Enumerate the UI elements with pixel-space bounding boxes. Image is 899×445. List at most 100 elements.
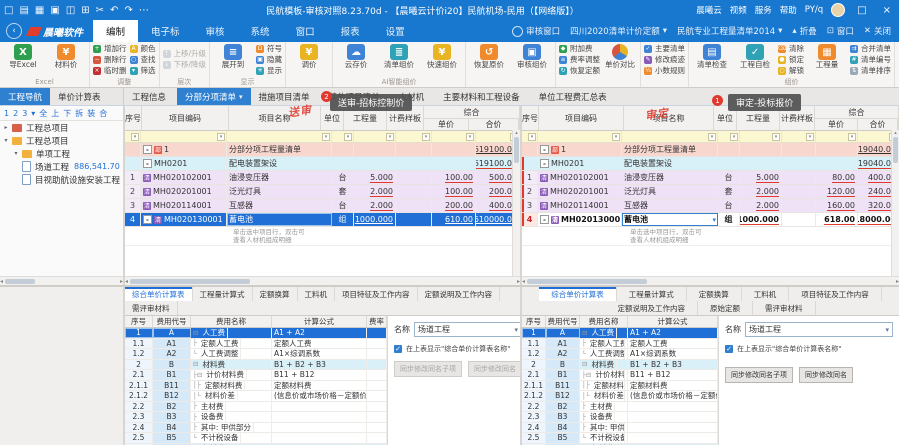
- cloud-link[interactable]: 晨曦云: [696, 4, 722, 16]
- main-tab[interactable]: 分部分项清单▾: [177, 88, 251, 105]
- quick-icon[interactable]: ↶: [110, 5, 118, 16]
- tree-tool-button[interactable]: ▾: [31, 109, 35, 118]
- table-row[interactable]: -MH0201 配电装置架设 619040.02: [522, 157, 899, 171]
- col-qty[interactable]: 工程量: [344, 106, 387, 130]
- material-price-button[interactable]: ¥材料价: [46, 43, 86, 69]
- detail-tab[interactable]: 工程量计算式: [617, 287, 687, 301]
- add-row-button[interactable]: +增加行: [93, 43, 127, 54]
- rate-adjust-button[interactable]: ≡费率调整: [559, 54, 600, 65]
- tree-item[interactable]: ▸ 工程总项目: [0, 121, 123, 134]
- col-qty[interactable]: 工程量: [737, 106, 780, 130]
- close-button[interactable]: ×: [879, 5, 895, 16]
- row-name[interactable]: 配电装置架设: [622, 157, 718, 170]
- hide-button[interactable]: ▣隐藏: [256, 54, 282, 65]
- fee-row[interactable]: 2.3 B3 ├设备费: [125, 412, 387, 423]
- filter-button[interactable]: ▾筛选: [130, 65, 156, 76]
- expand-icon[interactable]: -: [143, 215, 152, 224]
- table-row[interactable]: 2 清MH020201001 泛光灯具 套 2.000 120.00 240.0…: [522, 185, 899, 199]
- detail-tab[interactable]: 定额换算: [687, 287, 742, 301]
- tree-hscrollbar[interactable]: ◂▸: [0, 276, 123, 285]
- sync-children-button[interactable]: 同步修改同名子项: [394, 361, 462, 377]
- show-button[interactable]: ✳显示: [256, 65, 282, 76]
- menu-tab[interactable]: 审核: [193, 20, 238, 42]
- detail-tab[interactable]: 定额说明及工作内容: [606, 301, 699, 315]
- quantity-button[interactable]: ▦工程量: [807, 43, 847, 69]
- clear-button[interactable]: ⌫清除: [778, 43, 804, 54]
- main-tab[interactable]: 主要材料和工程设备: [435, 88, 531, 105]
- expand-icon[interactable]: -: [540, 159, 549, 168]
- move-up-button[interactable]: ↑上移/升级: [163, 48, 207, 59]
- menu-tab[interactable]: 电子标: [138, 20, 193, 42]
- restore-price-button[interactable]: ↺恢复原价: [469, 43, 509, 69]
- restore-quota-button[interactable]: ↻恢复定额: [559, 65, 600, 76]
- fee-row[interactable]: 2.1.1 B11 │├定额材料费 定额材料费: [125, 381, 387, 392]
- fee-row[interactable]: 2.1.2 B12 │└材料价差 (信息价或市场价格－定额价): [522, 391, 718, 402]
- detail-tab[interactable]: 工料机: [298, 287, 336, 301]
- fee-row[interactable]: 1.2 A2 └人工费调整 A1×综调系数: [522, 349, 718, 360]
- quick-icon[interactable]: ▣: [50, 5, 59, 16]
- quota-select[interactable]: 四川2020清单计价定额▾: [570, 25, 667, 37]
- fee-row[interactable]: 2 B ⊟材料费 B1 + B2 + B3: [522, 360, 718, 371]
- col-template[interactable]: 计费样板: [387, 106, 424, 130]
- fee-row[interactable]: 2.1.1 B11 │├定额材料费 定额材料费: [522, 381, 718, 392]
- table-row[interactable]: 3 清MH020114001 互感器 台 2.000 200.00 400.00: [125, 199, 520, 213]
- service-link[interactable]: 服务: [755, 4, 772, 16]
- avatar[interactable]: [831, 3, 845, 17]
- detail-tab[interactable]: 工料机: [742, 287, 790, 301]
- row-name[interactable]: 互感器: [227, 199, 332, 212]
- window-menu-button[interactable]: ⊡窗口: [827, 25, 854, 37]
- name-select[interactable]: 场道工程▾: [414, 322, 520, 337]
- filter-row[interactable]: [522, 131, 899, 143]
- expander-icon[interactable]: ▾: [2, 137, 10, 144]
- price-compare-button[interactable]: 单价对比: [603, 43, 637, 69]
- fee-row[interactable]: 2.4 B4 ├其中: 甲供部分: [522, 423, 718, 434]
- fee-row[interactable]: 1.2 A2 └人工费调整 A1×综调系数: [125, 349, 387, 360]
- lock-button[interactable]: ●锁定: [778, 54, 804, 65]
- delete-row-button[interactable]: −删除行: [93, 54, 127, 65]
- table-row[interactable]: -部1 分部分项工程量清单 619100.00: [125, 143, 520, 157]
- detail-tab[interactable]: 综合单价计算表: [125, 287, 193, 301]
- temp-delete-button[interactable]: ×临时删: [93, 65, 127, 76]
- help-link[interactable]: 帮助: [780, 4, 797, 16]
- row-name[interactable]: 蓄电池: [227, 213, 332, 226]
- quick-icon[interactable]: ↷: [124, 5, 132, 16]
- fee-row[interactable]: 2.1 B1 ├⊟计价材料费 B11 + B12: [522, 370, 718, 381]
- expand-icon[interactable]: -: [143, 145, 152, 154]
- find-button[interactable]: ○查找: [130, 54, 156, 65]
- quick-icon[interactable]: □: [4, 5, 13, 16]
- tree-tool-button[interactable]: 合: [99, 108, 107, 119]
- fee-row[interactable]: 2 B ⊟材料费 B1 + B2 + B3: [125, 360, 387, 371]
- expand-to-button[interactable]: ≡展开到: [213, 43, 253, 69]
- row-name[interactable]: 互感器: [622, 199, 718, 212]
- maximize-button[interactable]: □: [853, 5, 870, 16]
- video-link[interactable]: 视频: [730, 4, 747, 16]
- show-name-checkbox[interactable]: ✓: [394, 345, 402, 353]
- menu-tab[interactable]: 窗口: [283, 20, 328, 42]
- cloud-price-button[interactable]: ☁云存价: [336, 43, 376, 69]
- decimal-rule-button[interactable]: ¼小数规则: [644, 65, 685, 76]
- col-unit[interactable]: 单位: [714, 106, 737, 130]
- fee-row[interactable]: 2.4 B4 ├其中: 甲供部分: [125, 423, 387, 434]
- tree-tool-button[interactable]: 装: [87, 108, 95, 119]
- fee-row[interactable]: 2.1.2 B12 │└材料价差 (信息价或市场价格－定额价): [125, 391, 387, 402]
- tree-tool-button[interactable]: 3: [22, 109, 27, 118]
- fee-row[interactable]: 2.1 B1 ├⊟计价材料费 B11 + B12: [125, 370, 387, 381]
- show-name-checkbox[interactable]: ✓: [725, 345, 733, 353]
- tree-tool-button[interactable]: 上: [51, 108, 59, 119]
- col-code[interactable]: 项目编码: [142, 106, 229, 130]
- table-row[interactable]: 1 清MH020102001 油浸变压器 台 5.000 80.00 400.0…: [522, 171, 899, 185]
- adjust-price-button[interactable]: ¥调价: [289, 43, 329, 69]
- modify-trace-button[interactable]: ✎修改痕迹: [644, 54, 685, 65]
- user-name[interactable]: PY/q: [805, 5, 823, 15]
- table-row[interactable]: 1 清MH020102001 油浸变压器 台 5.000 100.00 500.…: [125, 171, 520, 185]
- list-number-button[interactable]: #清单编号: [850, 54, 891, 65]
- sync-same-button[interactable]: 同步修改同名: [468, 361, 520, 377]
- left-pane-tab[interactable]: 工程导航: [0, 88, 50, 105]
- project-check-button[interactable]: ✓工程自检: [735, 43, 775, 69]
- fee-row[interactable]: 1 A ⊟人工费 A1 + A2: [522, 328, 718, 339]
- tree-tool-button[interactable]: 2: [13, 109, 18, 118]
- quick-pricing-button[interactable]: ¥快速组价: [422, 43, 462, 69]
- detail-tab[interactable]: 综合单价计算表: [539, 287, 617, 301]
- audit-pricing-button[interactable]: ▣审核组价: [512, 43, 552, 69]
- symbol-button[interactable]: Ω符号: [256, 43, 282, 54]
